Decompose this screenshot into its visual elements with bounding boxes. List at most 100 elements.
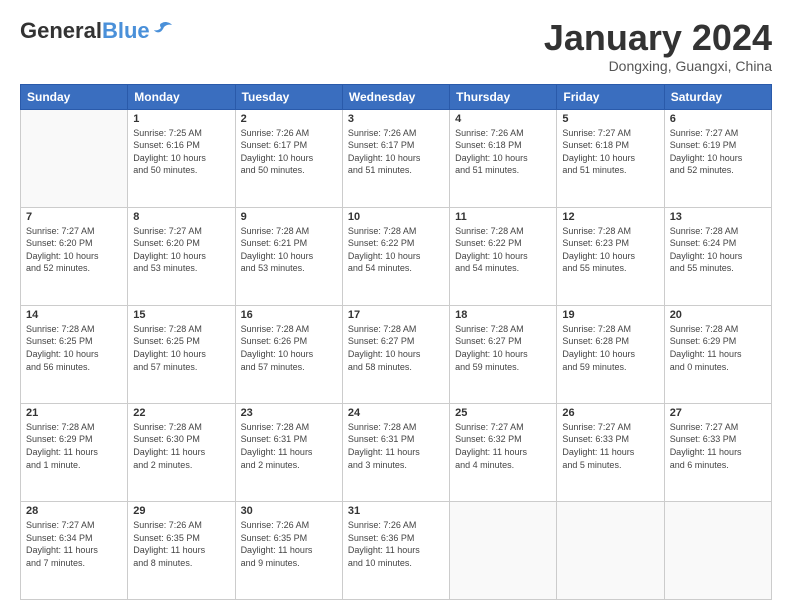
- day-info: Sunrise: 7:27 AM Sunset: 6:19 PM Dayligh…: [670, 127, 766, 177]
- day-info: Sunrise: 7:27 AM Sunset: 6:33 PM Dayligh…: [670, 421, 766, 471]
- day-info: Sunrise: 7:28 AM Sunset: 6:31 PM Dayligh…: [348, 421, 444, 471]
- day-info: Sunrise: 7:26 AM Sunset: 6:18 PM Dayligh…: [455, 127, 551, 177]
- title-block: January 2024 Dongxing, Guangxi, China: [544, 18, 772, 74]
- day-info: Sunrise: 7:28 AM Sunset: 6:29 PM Dayligh…: [26, 421, 122, 471]
- table-row: 28 Sunrise: 7:27 AM Sunset: 6:34 PM Dayli…: [21, 501, 128, 599]
- day-number: 14: [26, 309, 122, 321]
- col-thursday: Thursday: [450, 84, 557, 109]
- table-row: 21Sunrise: 7:28 AM Sunset: 6:29 PM Dayli…: [21, 403, 128, 501]
- day-number: 13: [670, 211, 766, 223]
- calendar-week-row: 1Sunrise: 7:25 AM Sunset: 6:16 PM Daylig…: [21, 109, 772, 207]
- day-info: Sunrise: 7:28 AM Sunset: 6:27 PM Dayligh…: [348, 323, 444, 373]
- col-wednesday: Wednesday: [342, 84, 449, 109]
- table-row: 2Sunrise: 7:26 AM Sunset: 6:17 PM Daylig…: [235, 109, 342, 207]
- day-info: Sunrise: 7:28 AM Sunset: 6:29 PM Dayligh…: [670, 323, 766, 373]
- col-monday: Monday: [128, 84, 235, 109]
- calendar-table: Sunday Monday Tuesday Wednesday Thursday…: [20, 84, 772, 600]
- day-number: 12: [562, 211, 658, 223]
- table-row: 4 Sunrise: 7:26 AM Sunset: 6:18 PM Daylig…: [450, 109, 557, 207]
- day-info: Sunrise: 7:26 AM Sunset: 6:17 PM Dayligh…: [348, 127, 444, 177]
- table-row: 10Sunrise: 7:28 AM Sunset: 6:22 PM Dayli…: [342, 207, 449, 305]
- table-row: 22 Sunrise: 7:28 AM Sunset: 6:30 PM Dayli…: [128, 403, 235, 501]
- day-info: Sunrise: 7:26 AM Sunset: 6:35 PM Dayligh…: [133, 519, 229, 569]
- calendar-week-row: 7Sunrise: 7:27 AM Sunset: 6:20 PM Daylig…: [21, 207, 772, 305]
- day-number: 8: [133, 211, 229, 223]
- table-row: 23 Sunrise: 7:28 AM Sunset: 6:31 PM Dayli…: [235, 403, 342, 501]
- table-row: 14 Sunrise: 7:28 AM Sunset: 6:25 PM Dayli…: [21, 305, 128, 403]
- location: Dongxing, Guangxi, China: [544, 58, 772, 74]
- table-row: 30 Sunrise: 7:26 AM Sunset: 6:35 PM Dayli…: [235, 501, 342, 599]
- day-info: Sunrise: 7:26 AM Sunset: 6:36 PM Dayligh…: [348, 519, 444, 569]
- day-info: Sunrise: 7:28 AM Sunset: 6:25 PM Dayligh…: [26, 323, 122, 373]
- day-info: Sunrise: 7:28 AM Sunset: 6:26 PM Dayligh…: [241, 323, 337, 373]
- table-row: 9Sunrise: 7:28 AM Sunset: 6:21 PM Daylig…: [235, 207, 342, 305]
- col-tuesday: Tuesday: [235, 84, 342, 109]
- day-number: 18: [455, 309, 551, 321]
- month-title: January 2024: [544, 18, 772, 58]
- table-row: 12Sunrise: 7:28 AM Sunset: 6:23 PM Dayli…: [557, 207, 664, 305]
- day-info: Sunrise: 7:28 AM Sunset: 6:30 PM Dayligh…: [133, 421, 229, 471]
- table-row: 13 Sunrise: 7:28 AM Sunset: 6:24 PM Dayli…: [664, 207, 771, 305]
- day-info: Sunrise: 7:27 AM Sunset: 6:18 PM Dayligh…: [562, 127, 658, 177]
- day-number: 25: [455, 407, 551, 419]
- table-row: 24 Sunrise: 7:28 AM Sunset: 6:31 PM Dayli…: [342, 403, 449, 501]
- table-row: [450, 501, 557, 599]
- table-row: 6Sunrise: 7:27 AM Sunset: 6:19 PM Daylig…: [664, 109, 771, 207]
- table-row: 15 Sunrise: 7:28 AM Sunset: 6:25 PM Dayli…: [128, 305, 235, 403]
- table-row: 8 Sunrise: 7:27 AM Sunset: 6:20 PM Daylig…: [128, 207, 235, 305]
- calendar-week-row: 28 Sunrise: 7:27 AM Sunset: 6:34 PM Dayli…: [21, 501, 772, 599]
- day-number: 2: [241, 113, 337, 125]
- day-info: Sunrise: 7:28 AM Sunset: 6:21 PM Dayligh…: [241, 225, 337, 275]
- table-row: 26 Sunrise: 7:27 AM Sunset: 6:33 PM Dayli…: [557, 403, 664, 501]
- table-row: 29 Sunrise: 7:26 AM Sunset: 6:35 PM Dayli…: [128, 501, 235, 599]
- day-number: 27: [670, 407, 766, 419]
- day-number: 15: [133, 309, 229, 321]
- day-number: 26: [562, 407, 658, 419]
- day-number: 10: [348, 211, 444, 223]
- day-number: 31: [348, 505, 444, 517]
- header: General Blue January 2024 Dongxing, Guan…: [20, 18, 772, 74]
- day-info: Sunrise: 7:25 AM Sunset: 6:16 PM Dayligh…: [133, 127, 229, 177]
- logo: General Blue: [20, 18, 172, 44]
- table-row: 1Sunrise: 7:25 AM Sunset: 6:16 PM Daylig…: [128, 109, 235, 207]
- day-info: Sunrise: 7:27 AM Sunset: 6:20 PM Dayligh…: [133, 225, 229, 275]
- day-info: Sunrise: 7:27 AM Sunset: 6:34 PM Dayligh…: [26, 519, 122, 569]
- day-info: Sunrise: 7:28 AM Sunset: 6:28 PM Dayligh…: [562, 323, 658, 373]
- day-number: 5: [562, 113, 658, 125]
- day-number: 3: [348, 113, 444, 125]
- col-friday: Friday: [557, 84, 664, 109]
- table-row: 18 Sunrise: 7:28 AM Sunset: 6:27 PM Dayli…: [450, 305, 557, 403]
- day-number: 24: [348, 407, 444, 419]
- day-number: 17: [348, 309, 444, 321]
- day-number: 30: [241, 505, 337, 517]
- day-info: Sunrise: 7:28 AM Sunset: 6:27 PM Dayligh…: [455, 323, 551, 373]
- day-info: Sunrise: 7:26 AM Sunset: 6:35 PM Dayligh…: [241, 519, 337, 569]
- day-info: Sunrise: 7:27 AM Sunset: 6:20 PM Dayligh…: [26, 225, 122, 275]
- day-number: 16: [241, 309, 337, 321]
- table-row: 27 Sunrise: 7:27 AM Sunset: 6:33 PM Dayli…: [664, 403, 771, 501]
- day-number: 22: [133, 407, 229, 419]
- table-row: [557, 501, 664, 599]
- logo-blue: Blue: [102, 18, 150, 44]
- table-row: [21, 109, 128, 207]
- day-info: Sunrise: 7:27 AM Sunset: 6:33 PM Dayligh…: [562, 421, 658, 471]
- calendar-header-row: Sunday Monday Tuesday Wednesday Thursday…: [21, 84, 772, 109]
- day-number: 20: [670, 309, 766, 321]
- table-row: 5 Sunrise: 7:27 AM Sunset: 6:18 PM Daylig…: [557, 109, 664, 207]
- col-sunday: Sunday: [21, 84, 128, 109]
- day-number: 11: [455, 211, 551, 223]
- day-number: 28: [26, 505, 122, 517]
- day-number: 23: [241, 407, 337, 419]
- table-row: 31 Sunrise: 7:26 AM Sunset: 6:36 PM Dayli…: [342, 501, 449, 599]
- page: General Blue January 2024 Dongxing, Guan…: [0, 0, 792, 612]
- day-info: Sunrise: 7:28 AM Sunset: 6:31 PM Dayligh…: [241, 421, 337, 471]
- day-info: Sunrise: 7:28 AM Sunset: 6:24 PM Dayligh…: [670, 225, 766, 275]
- table-row: 17 Sunrise: 7:28 AM Sunset: 6:27 PM Dayli…: [342, 305, 449, 403]
- day-info: Sunrise: 7:28 AM Sunset: 6:25 PM Dayligh…: [133, 323, 229, 373]
- logo-bird-icon: [152, 21, 172, 37]
- col-saturday: Saturday: [664, 84, 771, 109]
- day-number: 4: [455, 113, 551, 125]
- calendar-week-row: 21Sunrise: 7:28 AM Sunset: 6:29 PM Dayli…: [21, 403, 772, 501]
- day-number: 29: [133, 505, 229, 517]
- table-row: [664, 501, 771, 599]
